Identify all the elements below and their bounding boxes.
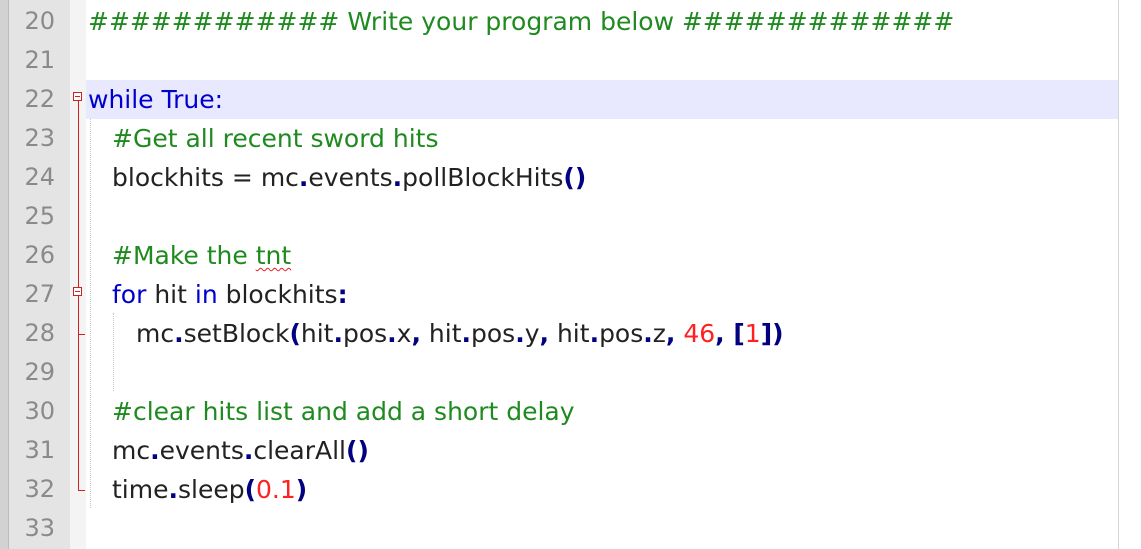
identifier: pos xyxy=(599,319,644,348)
identifier: events xyxy=(308,163,393,192)
line-number: 27 xyxy=(24,280,55,308)
operator: , xyxy=(411,319,421,348)
identifier: pollBlockHits xyxy=(402,163,564,192)
code-editor[interactable]: 20 ############ Write your program below… xyxy=(0,0,1141,549)
operator: ( xyxy=(289,319,301,348)
line-number: 30 xyxy=(24,397,55,425)
identifier: pos xyxy=(471,319,516,348)
code-line[interactable]: 31 mc.events.clearAll() xyxy=(0,431,1118,470)
line-number: 29 xyxy=(24,358,55,386)
operator: : xyxy=(214,85,224,114)
code-line[interactable]: 30 #clear hits list and add a short dela… xyxy=(0,392,1118,431)
operator: . xyxy=(461,319,472,348)
code-line[interactable]: 20 ############ Write your program below… xyxy=(0,2,1118,41)
number-literal: 1 xyxy=(744,319,761,348)
identifier: pos xyxy=(342,319,388,348)
line-number: 20 xyxy=(24,7,55,35)
line-number: 26 xyxy=(24,241,55,269)
line-number: 23 xyxy=(24,124,55,152)
comment-text: ############ Write your program below ##… xyxy=(88,7,955,36)
identifier: setBlock xyxy=(183,319,290,348)
identifier: hit xyxy=(300,319,334,348)
code-line[interactable]: 28 mc.setBlock(hit.pos.x, hit.pos.y, hit… xyxy=(0,314,1118,353)
number-literal: 0.1 xyxy=(256,475,296,504)
number-literal: 46 xyxy=(675,319,716,348)
operator: . xyxy=(168,475,178,504)
line-number: 24 xyxy=(24,163,55,191)
comment-text: #clear hits list and add a short delay xyxy=(112,397,575,426)
identifier: mc xyxy=(260,163,299,192)
operator: , xyxy=(715,319,725,348)
code-text: blockhits = mc.events.pollBlockHits() xyxy=(112,158,586,197)
operator: . xyxy=(515,319,525,348)
operator: = xyxy=(231,163,253,192)
identifier: sleep xyxy=(177,475,245,504)
line-number: 28 xyxy=(24,319,55,347)
comment-text: #Make the xyxy=(112,241,256,270)
operator: () xyxy=(563,163,587,192)
comment-text: #Make the tnt xyxy=(112,236,291,275)
code-line[interactable]: 33 xyxy=(0,509,1118,548)
code-text: for hit in blockhits: xyxy=(112,275,348,314)
operator: , xyxy=(665,319,676,348)
operator: ] xyxy=(760,319,773,348)
code-text: while True: xyxy=(88,80,223,119)
code-line[interactable]: 32 time.sleep(0.1) xyxy=(0,470,1118,509)
operator: : xyxy=(337,280,348,309)
identifier: clearAll xyxy=(253,436,347,465)
line-number: 32 xyxy=(24,475,55,503)
keyword: True xyxy=(161,85,215,114)
operator: . xyxy=(392,163,403,192)
identifier: events xyxy=(159,436,244,465)
spellcheck-word: tnt xyxy=(255,241,292,270)
line-number: 21 xyxy=(24,46,55,74)
operator: ( xyxy=(244,475,257,504)
code-line[interactable]: 23 #Get all recent sword hits xyxy=(0,119,1118,158)
code-line[interactable]: 26 #Make the tnt xyxy=(0,236,1118,275)
identifier: hit xyxy=(549,319,590,348)
code-line[interactable]: 29 xyxy=(0,353,1118,392)
comment-text: #Get all recent sword hits xyxy=(112,124,439,153)
identifier: mc xyxy=(136,319,175,348)
keyword: for xyxy=(112,280,147,309)
code-text: mc.events.clearAll() xyxy=(112,431,369,470)
line-number: 22 xyxy=(24,85,55,113)
keyword: in xyxy=(194,280,218,309)
operator: . xyxy=(589,319,600,348)
operator: . xyxy=(333,319,343,348)
operator: () xyxy=(346,436,369,465)
current-line-highlight xyxy=(86,80,1118,119)
code-text: time.sleep(0.1) xyxy=(112,470,307,509)
keyword: while xyxy=(88,85,154,114)
operator: [ xyxy=(724,319,745,348)
identifier: hit xyxy=(420,319,462,348)
code-line[interactable]: 25 xyxy=(0,197,1118,236)
code-line[interactable]: 27 for hit in blockhits: xyxy=(0,275,1118,314)
operator: , xyxy=(539,319,550,348)
operator: . xyxy=(387,319,397,348)
operator: . xyxy=(150,436,160,465)
operator: . xyxy=(643,319,653,348)
operator: ) xyxy=(295,475,308,504)
operator: . xyxy=(243,436,254,465)
code-line[interactable]: 24 blockhits = mc.events.pollBlockHits() xyxy=(0,158,1118,197)
identifier: mc xyxy=(112,436,151,465)
identifier: y xyxy=(524,319,540,348)
line-number: 33 xyxy=(24,514,55,542)
line-number: 31 xyxy=(24,436,55,464)
identifier: z xyxy=(652,319,666,348)
operator: . xyxy=(174,319,184,348)
identifier: time xyxy=(112,475,169,504)
editor-right-edge xyxy=(1118,0,1141,549)
code-line-current[interactable]: 22 while True: xyxy=(0,80,1118,119)
code-text: mc.setBlock(hit.pos.x, hit.pos.y, hit.po… xyxy=(136,314,784,353)
identifier: blockhits xyxy=(217,280,338,309)
operator: ) xyxy=(772,319,784,348)
identifier: blockhits xyxy=(112,163,224,192)
identifier: hit xyxy=(146,280,195,309)
operator: . xyxy=(298,163,309,192)
line-number: 25 xyxy=(24,202,55,230)
code-line[interactable]: 21 xyxy=(0,41,1118,80)
identifier: x xyxy=(396,319,412,348)
